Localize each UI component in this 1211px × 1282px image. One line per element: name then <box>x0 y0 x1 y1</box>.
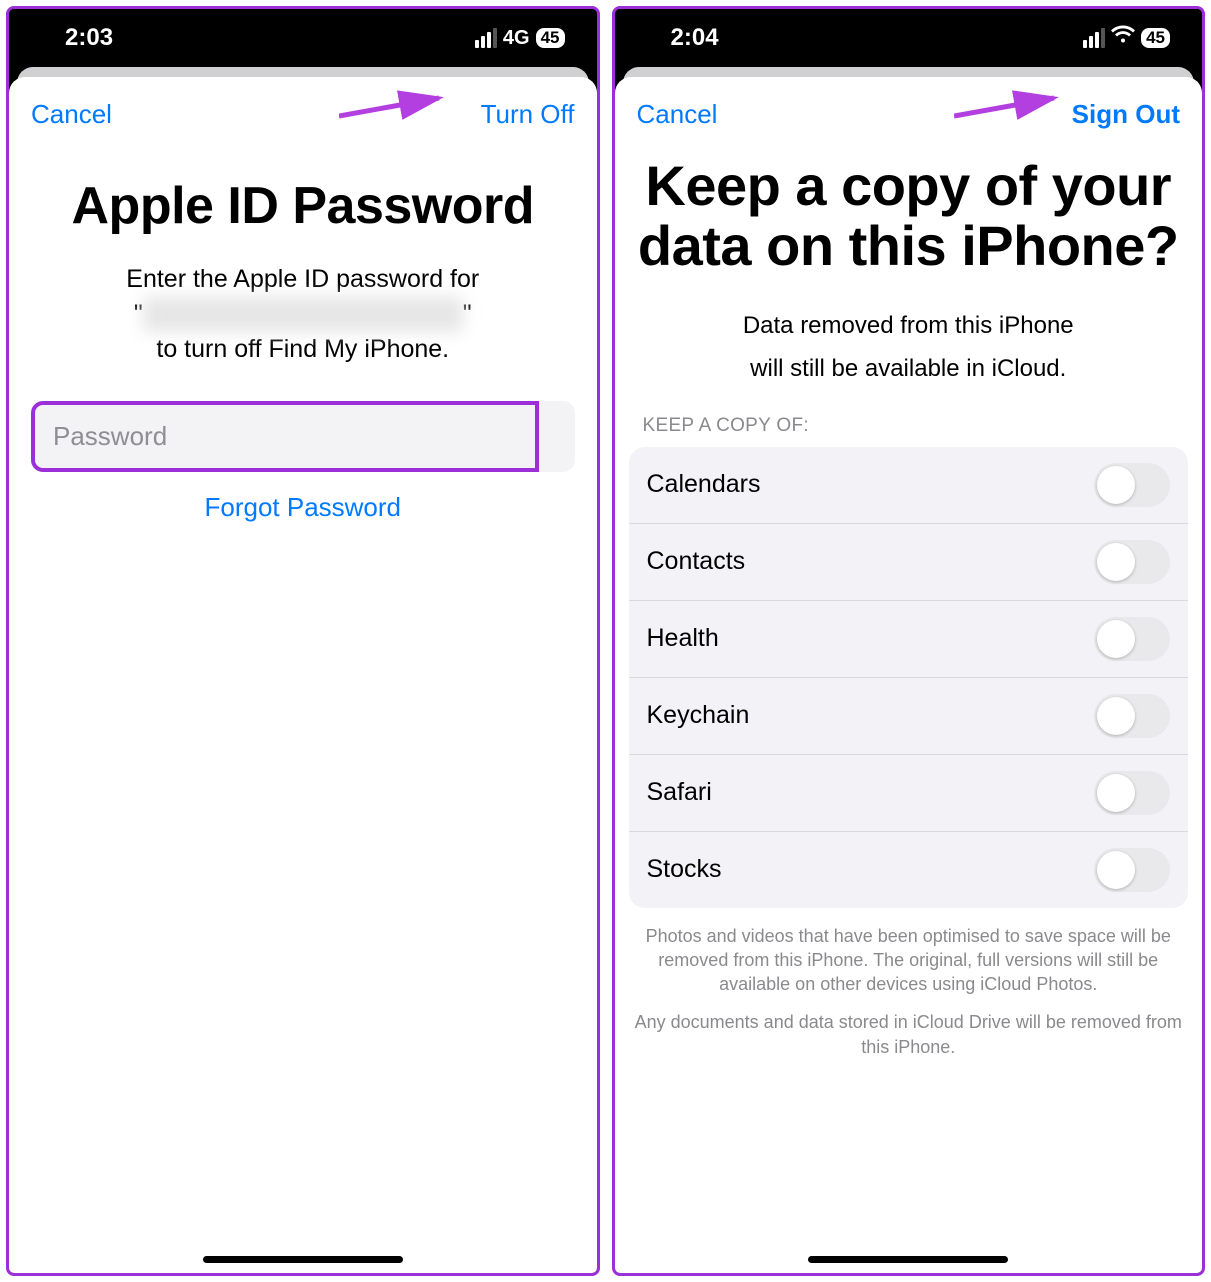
wifi-icon <box>1111 25 1135 51</box>
sign-out-button[interactable]: Sign Out <box>1072 99 1180 130</box>
network-label: 4G <box>503 27 530 50</box>
status-bar: 2:03 4G 45 <box>9 9 597 67</box>
description-line2: will still be available in iCloud. <box>625 352 1193 387</box>
subtitle: Enter the Apple ID password for " " to t… <box>31 262 575 367</box>
list-item: Calendars <box>629 447 1189 524</box>
apple-id-redacted <box>143 297 463 332</box>
row-label: Contacts <box>647 547 746 576</box>
turn-off-button[interactable]: Turn Off <box>481 99 575 130</box>
page-title: Apple ID Password <box>31 178 575 234</box>
row-label: Health <box>647 624 719 653</box>
section-header: KEEP A COPY OF: <box>615 387 1203 447</box>
footnote-photos: Photos and videos that have been optimis… <box>615 908 1203 997</box>
list-item: Stocks <box>629 832 1189 908</box>
toggle-safari[interactable] <box>1094 771 1170 815</box>
cellular-signal-icon <box>1083 28 1105 48</box>
status-time: 2:03 <box>65 24 113 52</box>
status-right: 4G 45 <box>475 27 565 50</box>
home-indicator <box>808 1256 1008 1263</box>
row-label: Keychain <box>647 701 750 730</box>
subtitle-line1: Enter the Apple ID password for <box>126 265 479 293</box>
nav-bar: Cancel Sign Out <box>615 77 1203 138</box>
row-label: Safari <box>647 778 712 807</box>
list-item: Keychain <box>629 678 1189 755</box>
list-item: Safari <box>629 755 1189 832</box>
status-time: 2:04 <box>671 24 719 52</box>
status-bar: 2:04 45 <box>615 9 1203 67</box>
forgot-password-link[interactable]: Forgot Password <box>31 492 575 523</box>
subtitle-line3: to turn off Find My iPhone. <box>156 335 449 363</box>
toggle-health[interactable] <box>1094 617 1170 661</box>
password-field-tail <box>539 401 575 472</box>
page-title: Keep a copy of your data on this iPhone? <box>625 156 1193 277</box>
cancel-button[interactable]: Cancel <box>31 99 112 130</box>
keep-copy-list: Calendars Contacts Health Keychain Safar… <box>629 447 1189 908</box>
row-label: Calendars <box>647 470 761 499</box>
battery-icon: 45 <box>1141 28 1170 49</box>
list-item: Health <box>629 601 1189 678</box>
toggle-stocks[interactable] <box>1094 848 1170 892</box>
toggle-contacts[interactable] <box>1094 540 1170 584</box>
nav-bar: Cancel Turn Off <box>9 77 597 138</box>
content: Keep a copy of your data on this iPhone?… <box>615 138 1203 387</box>
modal-sheet: Cancel Sign Out Keep a copy of your data… <box>615 77 1203 1273</box>
toggle-calendars[interactable] <box>1094 463 1170 507</box>
description-line1: Data removed from this iPhone <box>625 309 1193 344</box>
cancel-button[interactable]: Cancel <box>637 99 718 130</box>
content: Apple ID Password Enter the Apple ID pas… <box>9 138 597 523</box>
row-label: Stocks <box>647 855 722 884</box>
home-indicator <box>203 1256 403 1263</box>
modal-sheet: Cancel Turn Off Apple ID Password Enter … <box>9 77 597 1273</box>
footnote-icloud-drive: Any documents and data stored in iCloud … <box>615 996 1203 1059</box>
screenshot-right: 2:04 45 Cancel Sign Out Keep a copy of y… <box>612 6 1206 1276</box>
screenshot-left: 2:03 4G 45 Cancel Turn Off Apple ID Pass… <box>6 6 600 1276</box>
password-placeholder: Password <box>53 421 167 451</box>
status-right: 45 <box>1083 25 1170 51</box>
password-input[interactable]: Password <box>31 401 539 472</box>
battery-icon: 45 <box>536 28 565 49</box>
cellular-signal-icon <box>475 28 497 48</box>
toggle-keychain[interactable] <box>1094 694 1170 738</box>
list-item: Contacts <box>629 524 1189 601</box>
